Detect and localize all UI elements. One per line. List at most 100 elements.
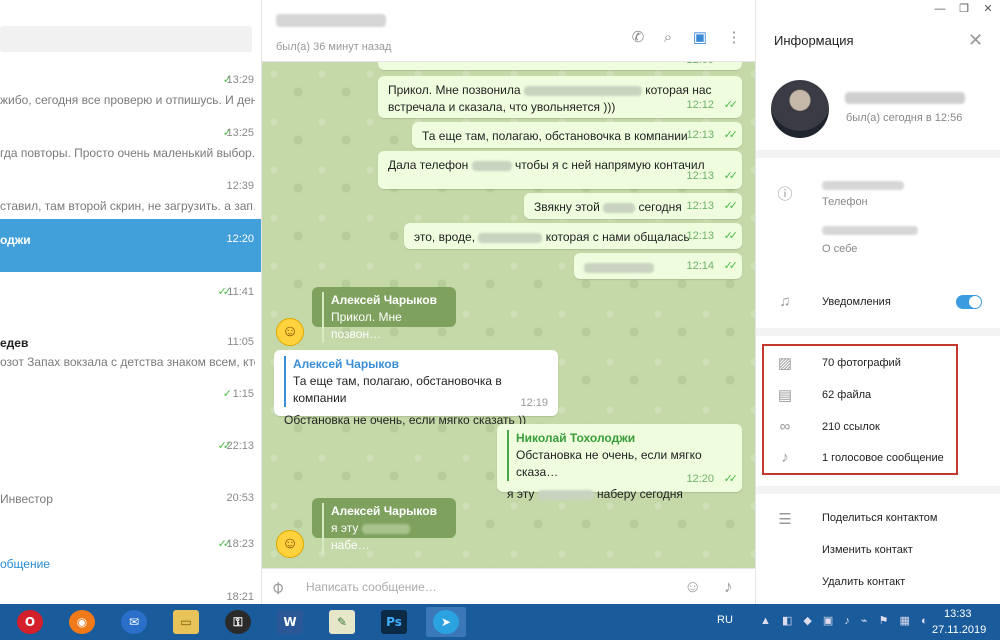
share-contact-button[interactable]: Поделиться контактом — [822, 512, 938, 524]
chat-name: едев — [0, 336, 29, 350]
chat-list-item[interactable]: 18:21 — [0, 577, 261, 604]
forwarded-message-preview[interactable]: Алексей Чарыков я эту набе… — [312, 498, 456, 554]
chat-time: 13:25 — [226, 127, 254, 139]
redacted-text — [523, 85, 642, 96]
read-check-icon: ✓✓ — [723, 129, 739, 141]
chat-time: 18:21 — [226, 591, 254, 603]
incoming-message-bubble: Алексей Чарыков Та еще там, полагаю, обс… — [274, 350, 558, 427]
info-title: Информация — [774, 33, 854, 48]
media-photos-item[interactable]: 70 фотографий — [822, 357, 901, 369]
chat-time: 11:05 — [227, 336, 254, 348]
clock-time[interactable]: 13:33 — [944, 608, 972, 620]
thunderbird-taskbar-button[interactable]: ✉ — [114, 607, 154, 637]
clock-date[interactable]: 27.11.2019 — [932, 624, 986, 636]
chat-list-item[interactable]: 12:39 ставил, там второй скрин, не загру… — [0, 166, 261, 219]
photo-icon: ▨ — [777, 355, 793, 372]
sidebar-toggle-icon[interactable]: ▣ — [690, 28, 710, 48]
language-indicator[interactable]: RU — [717, 614, 733, 626]
chat-list-item[interactable]: ✓ 13:29 жибо, сегодня все проверю и отпи… — [0, 60, 261, 113]
microphone-icon[interactable]: ♪ — [724, 577, 733, 597]
maximize-button[interactable]: ❐ — [952, 0, 976, 18]
share-list-icon: ☰ — [778, 511, 792, 528]
message-input[interactable]: Написать сообщение… — [306, 580, 437, 594]
microphone-icon: ♪ — [781, 449, 789, 466]
avatar[interactable] — [771, 80, 829, 138]
read-check-icon: ✓✓ — [723, 200, 739, 212]
contact-name-blurred — [845, 92, 965, 104]
opera-taskbar-button[interactable]: O — [10, 607, 50, 637]
notepad-taskbar-button[interactable]: ✎ — [322, 607, 362, 637]
divider — [756, 486, 1000, 494]
emoji-icon[interactable]: ☺ — [684, 577, 701, 597]
window-controls: — ❐ ✕ — [928, 0, 1000, 18]
message-bubble: Та еще там, полагаю, обстановочка в комп… — [412, 122, 742, 148]
message-bubble: Дала телефон чтобы я с ней напрямую конт… — [378, 151, 742, 189]
attach-icon[interactable]: ⌀ — [266, 576, 289, 599]
edit-contact-button[interactable]: Изменить контакт — [822, 544, 913, 556]
windows-taskbar: O ◉ ✉ ▭ ⚿ W ✎ Ps ➤ RU ▲ ◧ ◆ ▣ ♪ ⌁ ⚑ ▦ ◐ … — [0, 604, 1000, 640]
chat-status: был(а) 36 минут назад — [276, 41, 392, 53]
about-text-blurred — [822, 226, 918, 235]
bell-icon: ♫ — [779, 293, 791, 310]
phone-label: Телефон — [822, 196, 868, 208]
chat-time: 12:39 — [226, 180, 254, 192]
read-check-icon: ✓✓ — [723, 99, 739, 111]
message-bubble: это, вроде, которая с нами общалась 12:1… — [404, 223, 742, 249]
telegram-taskbar-button[interactable]: ➤ — [426, 607, 466, 637]
media-voice-item[interactable]: 1 голосовое сообщение — [822, 452, 944, 464]
chat-area: был(а) 36 минут назад ✆ ⌕ ▣ ⋮ 12:09 ✓✓ П… — [262, 0, 755, 604]
read-check-icon: ✓ — [222, 388, 232, 400]
chat-time: 11:41 — [227, 286, 254, 298]
message-composer: ⌀ Написать сообщение… ☺ ♪ — [262, 568, 755, 604]
chat-list-item[interactable]: ✓ 1:15 — [0, 374, 261, 427]
read-check-icon: ✓✓ — [723, 473, 739, 485]
firefox-taskbar-button[interactable]: ◉ — [62, 607, 102, 637]
file-icon: ▤ — [777, 387, 793, 404]
info-icon: ⓘ — [777, 186, 793, 203]
keepass-taskbar-button[interactable]: ⚿ — [218, 607, 258, 637]
chat-preview: ставил, там второй скрин, не загрузить. … — [0, 199, 255, 213]
message-bubble: Звякну этой сегодня 12:13 ✓✓ — [524, 193, 742, 219]
chat-time: 20:53 — [226, 492, 254, 504]
divider — [756, 328, 1000, 336]
link-icon: ∞ — [779, 418, 791, 435]
search-icon[interactable]: ⌕ — [658, 28, 678, 48]
chat-list-item[interactable]: ✓✓ 11:41 — [0, 272, 261, 325]
notifications-toggle[interactable] — [956, 295, 982, 309]
more-menu-icon[interactable]: ⋮ — [724, 28, 744, 48]
word-taskbar-button[interactable]: W — [270, 607, 310, 637]
chat-name: Инвестор — [0, 492, 53, 506]
chat-preview: озот Запах вокзала с детства знаком всем… — [0, 355, 255, 369]
search-input[interactable] — [0, 26, 252, 52]
chat-list-item[interactable]: ✓✓ 18:23 общение — [0, 524, 261, 577]
forwarded-message-preview[interactable]: Алексей Чарыков Прикол. Мне позвон… — [312, 287, 456, 343]
chat-list-panel: ✓ 13:29 жибо, сегодня все проверю и отпи… — [0, 0, 262, 604]
chat-preview: жибо, сегодня все проверю и отпишусь. И … — [0, 93, 255, 107]
read-check-icon: ✓✓ — [723, 170, 739, 182]
media-files-item[interactable]: 62 файла — [822, 389, 871, 401]
photoshop-taskbar-button[interactable]: Ps — [374, 607, 414, 637]
chat-list-item[interactable]: ✓ 13:25 гда повторы. Просто очень малень… — [0, 113, 261, 166]
chat-time: 18:23 — [226, 538, 254, 550]
laughing-emoji-avatar[interactable]: ☺ — [276, 318, 304, 346]
contact-status: был(а) сегодня в 12:56 — [846, 112, 963, 124]
delete-contact-button[interactable]: Удалить контакт — [822, 576, 905, 588]
divider — [756, 150, 1000, 158]
system-tray-icons[interactable]: ▲ ◧ ◆ ▣ ♪ ⌁ ⚑ ▦ ◐ — [760, 614, 932, 627]
redacted-text — [478, 232, 543, 243]
media-links-item[interactable]: 210 ссылок — [822, 421, 880, 433]
notifications-label: Уведомления — [822, 296, 891, 308]
chat-list-item[interactable]: едев 11:05 озот Запах вокзала с детства … — [0, 322, 261, 375]
redacted-text — [471, 160, 512, 171]
message-bubble: Прикол. Мне позвонила которая нас встреч… — [378, 76, 742, 118]
redacted-text — [537, 489, 594, 500]
minimize-button[interactable]: — — [928, 0, 952, 18]
close-icon[interactable]: ✕ — [968, 30, 983, 51]
chat-list-item-active[interactable]: оджи 12:20 — [0, 219, 261, 272]
smiling-emoji-avatar[interactable]: ☺ — [276, 530, 304, 558]
explorer-taskbar-button[interactable]: ▭ — [166, 607, 206, 637]
close-window-button[interactable]: ✕ — [976, 0, 1000, 18]
chat-time: 1:15 — [232, 388, 254, 400]
phone-icon[interactable]: ✆ — [628, 28, 648, 48]
chat-list-item[interactable]: ✓✓ 22:13 — [0, 426, 261, 479]
